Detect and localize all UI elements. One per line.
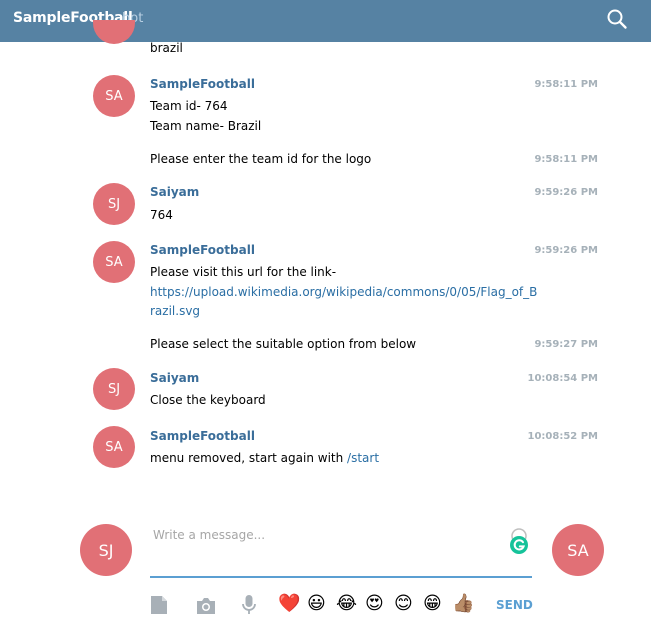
camera-icon[interactable] xyxy=(195,597,217,619)
message-text: 764 xyxy=(150,208,173,222)
heart-eyes-emoji-icon[interactable]: 😍 xyxy=(365,594,384,614)
message-text: Close the keyboard xyxy=(150,393,266,407)
blush-emoji-icon[interactable]: 😊 xyxy=(394,594,413,614)
message-time: 9:59:26 PM xyxy=(534,187,598,198)
self-avatar[interactable]: SJ xyxy=(80,524,132,576)
attach-file-icon[interactable] xyxy=(150,595,168,619)
grammarly-icon[interactable] xyxy=(508,528,530,556)
heart-emoji-icon[interactable]: ❤️ xyxy=(278,594,300,614)
message-input[interactable]: Write a message... xyxy=(153,528,265,542)
message-time: 9:58:11 PM xyxy=(534,79,598,90)
avatar[interactable]: SJ xyxy=(93,183,135,225)
avatar[interactable]: SA xyxy=(93,241,135,283)
message-text: Please visit this url for the link- xyxy=(150,265,337,279)
tears-of-joy-emoji-icon[interactable]: 😂 xyxy=(336,594,357,614)
message-link[interactable]: https://upload.wikimedia.org/wikipedia/c… xyxy=(150,285,537,299)
message-link[interactable]: razil.svg xyxy=(150,304,200,318)
message-time: 9:58:11 PM xyxy=(534,154,598,165)
avatar[interactable]: SA xyxy=(93,426,135,468)
message-time: 10:08:54 PM xyxy=(527,373,598,384)
message-time: 9:59:26 PM xyxy=(534,245,598,256)
input-underline xyxy=(150,576,532,578)
message-author[interactable]: Saiyam xyxy=(150,371,199,385)
thumbs-up-emoji-icon[interactable]: 👍🏽 xyxy=(452,594,474,614)
message-time: 10:08:52 PM xyxy=(527,431,598,442)
message-time: 9:59:27 PM xyxy=(534,339,598,350)
send-button[interactable]: SEND xyxy=(496,598,533,612)
message-author[interactable]: Saiyam xyxy=(150,185,199,199)
message-text: Team id- 764 xyxy=(150,99,228,113)
search-icon[interactable] xyxy=(606,8,628,30)
message-text: Please select the suitable option from b… xyxy=(150,337,417,351)
message-text: Team name- Brazil xyxy=(150,119,262,133)
microphone-icon[interactable] xyxy=(242,594,256,620)
message-text: menu removed, start again with /start xyxy=(150,451,379,465)
bot-command-link[interactable]: /start xyxy=(347,451,379,465)
grin-emoji-icon[interactable]: 😁 xyxy=(423,594,442,614)
peer-avatar[interactable]: SA xyxy=(552,524,604,576)
smiley-emoji-icon[interactable]: 😃 xyxy=(307,594,326,614)
avatar[interactable]: SJ xyxy=(93,368,135,410)
message-text-plain: menu removed, start again with xyxy=(150,451,348,465)
message-author[interactable]: SampleFootball xyxy=(150,243,255,257)
message-author[interactable]: SampleFootball xyxy=(150,429,255,443)
message-text: Please enter the team id for the logo xyxy=(150,152,372,166)
message-author[interactable]: SampleFootball xyxy=(150,77,255,91)
avatar[interactable]: SA xyxy=(93,75,135,117)
message-text: brazil xyxy=(150,41,183,55)
